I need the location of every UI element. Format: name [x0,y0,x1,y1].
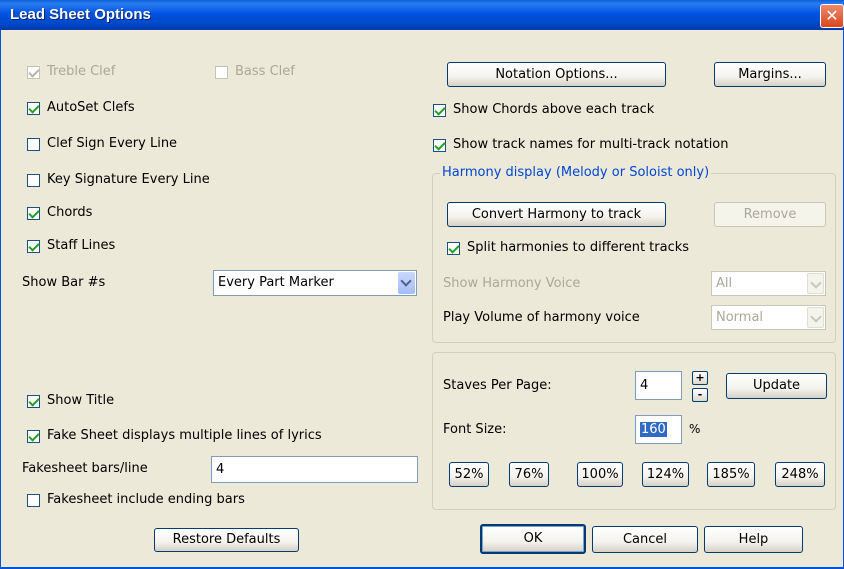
close-icon[interactable]: ✕ [820,4,844,28]
show-harmony-voice-select[interactable]: All [711,271,826,296]
staves-per-page-label: Staves Per Page: [443,378,552,393]
harmony-group-title: Harmony display (Melody or Soloist only) [440,165,712,180]
window-title: Lead Sheet Options [10,6,151,23]
font-size-value: 160 [640,422,667,437]
fakesheet-ending-bars-checkbox[interactable] [27,494,40,507]
notation-options-button[interactable]: Notation Options... [447,62,666,87]
show-chords-above-checkbox[interactable] [433,104,446,117]
preset-185-button[interactable]: 185% [707,462,755,487]
show-harmony-voice-label: Show Harmony Voice [443,276,581,291]
fake-sheet-lyrics-checkbox[interactable] [27,430,40,443]
update-button[interactable]: Update [726,373,827,399]
show-title-label: Show Title [47,393,115,408]
clef-sign-every-line-label: Clef Sign Every Line [47,136,178,151]
fakesheet-bars-input[interactable]: 4 [211,456,418,483]
margins-button[interactable]: Margins... [714,62,826,87]
bass-clef-checkbox[interactable] [215,66,228,79]
staves-per-page-input[interactable]: 4 [635,371,682,400]
show-chords-above-label: Show Chords above each track [453,102,655,117]
treble-clef-label: Treble Clef [47,64,116,79]
staff-lines-checkbox[interactable] [27,240,40,253]
fakesheet-bars-label: Fakesheet bars/line [22,461,148,476]
split-harmonies-label: Split harmonies to different tracks [467,240,690,255]
clef-sign-every-line-checkbox[interactable] [27,138,40,151]
cancel-button[interactable]: Cancel [592,526,698,553]
percent-sign: % [689,422,701,436]
play-volume-select[interactable]: Normal [711,305,826,330]
chevron-down-icon[interactable] [398,272,415,294]
show-track-names-label: Show track names for multi-track notatio… [453,137,729,152]
chevron-down-icon[interactable] [807,307,824,328]
key-signature-every-line-label: Key Signature Every Line [47,172,210,187]
spin-up-button[interactable]: + [692,371,708,385]
bass-clef-label: Bass Clef [235,64,295,79]
key-signature-every-line-checkbox[interactable] [27,174,40,187]
show-bar-select[interactable]: Every Part Marker [213,270,417,296]
show-bar-label: Show Bar #s [22,275,106,290]
remove-button[interactable]: Remove [714,202,826,227]
staff-lines-label: Staff Lines [47,238,116,253]
spin-down-button[interactable]: - [692,388,708,402]
title-bar: Lead Sheet Options ✕ [0,0,844,30]
fakesheet-ending-bars-label: Fakesheet include ending bars [47,492,245,507]
preset-124-button[interactable]: 124% [642,462,689,487]
convert-harmony-button[interactable]: Convert Harmony to track [447,202,666,227]
chevron-down-icon[interactable] [807,273,824,294]
show-harmony-voice-value: All [716,276,733,291]
treble-clef-checkbox[interactable] [27,66,40,79]
preset-100-button[interactable]: 100% [577,462,623,487]
chords-label: Chords [47,205,93,220]
chords-checkbox[interactable] [27,207,40,220]
restore-defaults-button[interactable]: Restore Defaults [154,528,299,552]
autoset-clefs-label: AutoSet Clefs [47,100,135,115]
show-track-names-checkbox[interactable] [433,139,446,152]
fake-sheet-lyrics-label: Fake Sheet displays multiple lines of ly… [47,428,322,443]
font-size-input[interactable]: 160 [635,415,682,444]
preset-248-button[interactable]: 248% [775,462,825,487]
play-volume-value: Normal [716,310,764,325]
show-title-checkbox[interactable] [27,395,40,408]
autoset-clefs-checkbox[interactable] [27,102,40,115]
preset-76-button[interactable]: 76% [509,462,549,487]
help-button[interactable]: Help [704,526,803,553]
preset-52-button[interactable]: 52% [449,462,489,487]
show-bar-value: Every Part Marker [218,275,334,290]
split-harmonies-checkbox[interactable] [447,242,460,255]
play-volume-label: Play Volume of harmony voice [443,310,640,325]
font-size-label: Font Size: [443,422,507,437]
ok-button[interactable]: OK [480,524,586,554]
